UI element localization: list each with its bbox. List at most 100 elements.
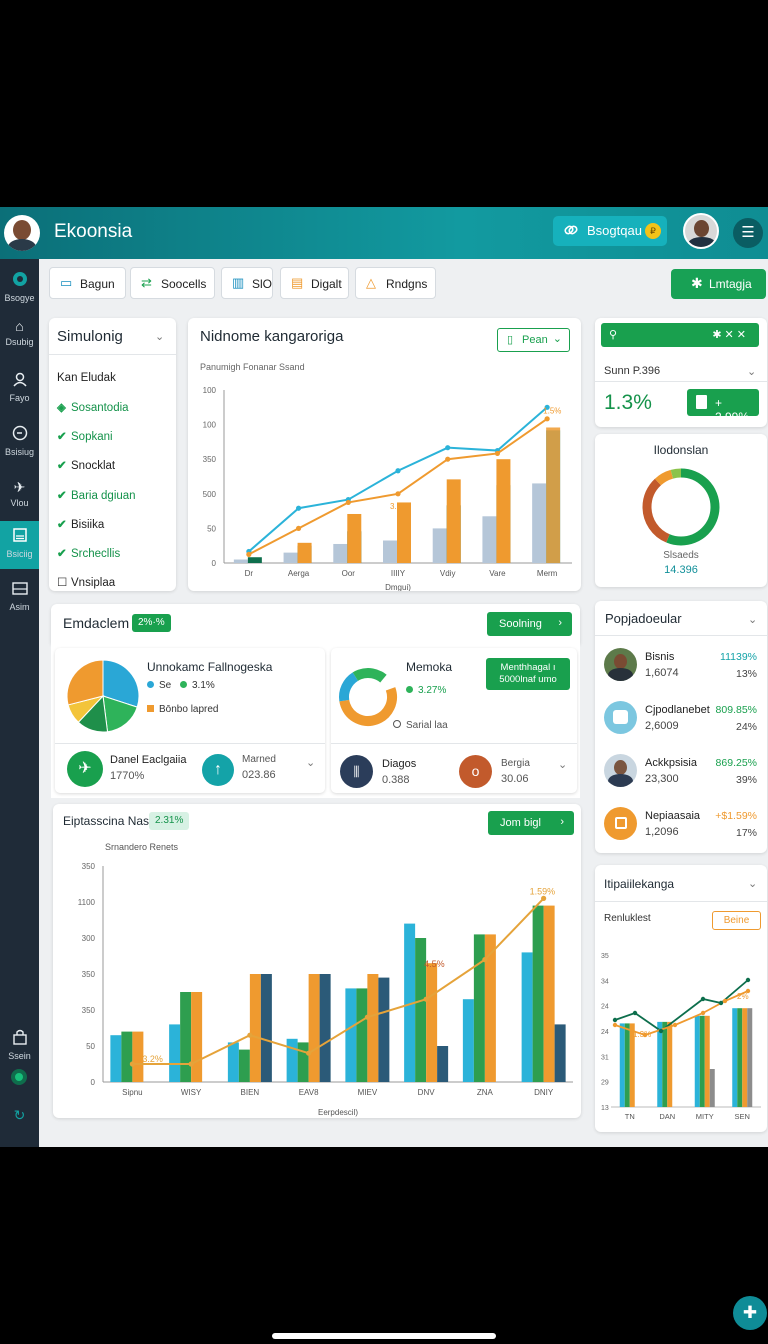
toolbar-button-bagun[interactable]: ▭ Bagun xyxy=(49,267,126,299)
chevron-down-icon[interactable]: ⌄ xyxy=(306,756,315,769)
avatar xyxy=(604,701,637,734)
sidebar-item-asim[interactable]: Asim xyxy=(0,576,39,620)
chevron-down-icon[interactable]: ⌄ xyxy=(558,758,567,771)
primary-action-button[interactable]: ✱ Lmtagja xyxy=(671,269,766,299)
donut2-tag[interactable]: Menthhagal ı 5000lnaf umo xyxy=(486,658,570,690)
plane-icon: ✈ xyxy=(13,479,26,495)
header-badge-button[interactable]: Bsogtqau ₽ xyxy=(553,216,667,246)
y-tick-label: 0 xyxy=(212,559,217,568)
filter-item[interactable]: ☐ Vnsiplaa xyxy=(57,575,115,589)
x-tick-label: Merm xyxy=(537,569,558,578)
sidebar-item-bsisiug[interactable]: Bsisiug xyxy=(0,419,39,463)
x-axis-label: Eerpdescil) xyxy=(318,1108,358,1117)
metric-value: 1770% xyxy=(110,770,145,782)
filter-item[interactable]: ◈ Sosantodia xyxy=(57,400,129,414)
bar xyxy=(737,1008,743,1107)
toolbar-button-slo[interactable]: ▥ SlO xyxy=(221,267,273,299)
person-sub: 1,2096 xyxy=(645,826,679,838)
sidebar-item-fayo[interactable]: Fayo xyxy=(0,365,39,409)
bar xyxy=(260,974,272,1082)
bar xyxy=(238,1049,250,1082)
annotation: 3.1% xyxy=(390,502,408,511)
x-tick-label: ZNA xyxy=(477,1088,494,1097)
x-tick-label: DAN xyxy=(659,1112,675,1121)
filter-item[interactable]: ✔ Baria dgiuan xyxy=(57,488,136,502)
line-point xyxy=(612,1022,618,1028)
chat-icon: ▭ xyxy=(60,275,73,290)
filter-item[interactable]: ✔ Sopkani xyxy=(57,429,113,443)
bar xyxy=(308,974,320,1082)
filter-panel: Simulonig ⌄ Kan Eludak ◈ Sosantodia ✔ Sopk… xyxy=(49,318,176,591)
app-window: Ekoonsia Bsogtqau ₽ ☰ Bsogye ⌂ Dsubig Fa… xyxy=(0,207,768,1147)
people-card: Popjadoeular ⌄ Bisnis 1,6074 11139% 13% … xyxy=(595,601,767,853)
bar xyxy=(227,1042,239,1082)
list-item[interactable]: Ackkpsisia 23,300 869.25% 39% xyxy=(595,750,767,802)
section-header: Emdaclem 2%·% Soolning › xyxy=(51,604,580,644)
sidebar-refresh[interactable]: ↻ xyxy=(0,1101,39,1129)
x-tick-label: Dr xyxy=(245,569,254,578)
sidebar-item-dsubig[interactable]: ⌂ Dsubig xyxy=(0,312,39,356)
filter-item-label: Bisiika xyxy=(71,519,105,531)
sidebar-item-bsogye[interactable]: Bsogye xyxy=(0,265,39,309)
bar xyxy=(446,479,461,563)
section-button[interactable]: Soolning › xyxy=(487,612,572,636)
fab-button[interactable]: ✚ xyxy=(733,1296,767,1330)
filter-item[interactable]: ✔ Srchecllis xyxy=(57,546,120,560)
legend-dot xyxy=(147,681,154,688)
sidebar-item-label: Bsiciig xyxy=(6,549,33,559)
user-avatar[interactable] xyxy=(683,213,719,249)
bar xyxy=(233,559,248,563)
toolbar-button-label: Rndgns xyxy=(386,277,428,291)
y-tick-label: 24 xyxy=(601,1029,609,1036)
toolbar-button-rndgns[interactable]: △ Rndgns xyxy=(355,267,436,299)
annotation: 1.5% xyxy=(543,406,561,415)
bar xyxy=(624,1023,630,1107)
bar xyxy=(180,992,192,1082)
x-tick-label: DNIY xyxy=(534,1088,554,1097)
list-item[interactable]: Nepiaasaia 1,2096 +$1.59% 17% xyxy=(595,803,767,855)
home-indicator[interactable] xyxy=(272,1333,496,1339)
filter-item[interactable]: ✔ Bisiika xyxy=(57,517,104,531)
menu-icon[interactable]: ☰ xyxy=(733,218,763,248)
line-point xyxy=(295,525,302,531)
chevron-down-icon[interactable]: ⌄ xyxy=(748,613,757,626)
status-dot-icon[interactable] xyxy=(11,1069,27,1085)
x-tick-label: Sipnu xyxy=(122,1088,142,1097)
chevron-down-icon[interactable]: ⌄ xyxy=(155,330,164,343)
x-axis-label: Dmgui) xyxy=(385,583,411,591)
sidebar-item-bsiciig[interactable]: Bsiciig xyxy=(0,521,39,569)
filter-heading: Kan Eludak xyxy=(57,372,116,384)
filter-item[interactable]: ✔ Snocklat xyxy=(57,458,115,472)
primary-action-label: Lmtagja xyxy=(709,277,752,291)
donut-label: Slsaeds xyxy=(663,550,699,561)
sidebar-item-label: Bsisiug xyxy=(4,447,34,457)
sidebar-item-vlou[interactable]: ✈ Vlou xyxy=(0,473,39,517)
donut-value: 14.396 xyxy=(664,564,698,576)
app-avatar[interactable] xyxy=(4,215,40,251)
list-item[interactable]: Cjpodlanebet 2,6009 809.85% 24% xyxy=(595,697,767,749)
toolbar-button-digalt[interactable]: ▤ Digalt xyxy=(280,267,349,299)
search-input[interactable]: ⚲ ✱✕✕ xyxy=(601,323,759,347)
list-item[interactable]: Bisnis 1,6074 11139% 13% xyxy=(595,644,767,696)
line-point xyxy=(423,996,429,1002)
line-point xyxy=(247,1032,253,1038)
toolbar-button-soocells[interactable]: ⇄ Soocells xyxy=(130,267,215,299)
sidebar-item-ssein[interactable]: Ssein xyxy=(0,1023,39,1067)
person-name: Bisnis xyxy=(645,651,675,663)
chevron-down-icon[interactable]: ⌄ xyxy=(747,365,756,378)
bar xyxy=(496,459,511,563)
bar xyxy=(704,1015,710,1107)
app-title: Ekoonsia xyxy=(54,221,133,242)
check-icon: ✔ xyxy=(57,548,67,560)
summary-card: ⚲ ✱✕✕ Sunn P.396 ⌄ 1.3% + 2.99% xyxy=(595,318,767,427)
metric: Marned 023.86 xyxy=(242,754,276,781)
y-tick-label: 350 xyxy=(203,455,217,464)
bar xyxy=(742,1008,748,1107)
sparkle-icon: ✱ xyxy=(691,275,703,291)
filter-item-label: Baria dgiuan xyxy=(71,490,136,502)
dots-icon: ✱✕✕ xyxy=(712,329,749,341)
bar xyxy=(169,1024,181,1082)
legend-dot xyxy=(180,681,187,688)
metric-value: 023.86 xyxy=(242,769,276,781)
summary-label: Sunn P.396 xyxy=(604,365,661,377)
